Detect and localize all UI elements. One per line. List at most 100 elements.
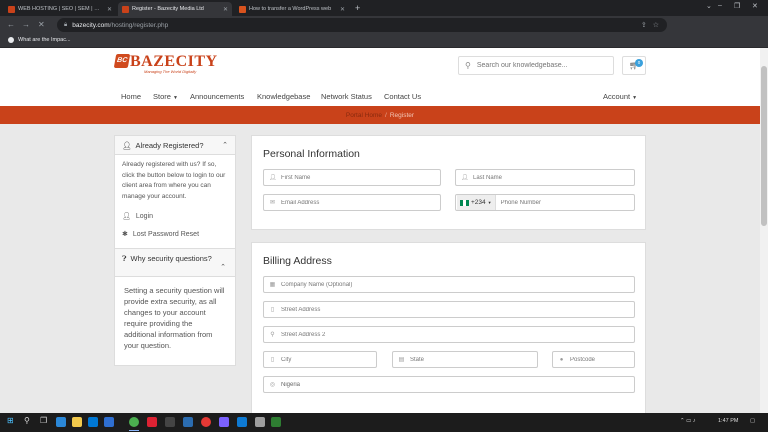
state-field[interactable]: ▤ (392, 351, 538, 368)
company-name-input[interactable] (281, 281, 634, 288)
close-icon[interactable]: ✕ (107, 6, 112, 13)
nav-announcements[interactable]: Announcements (190, 92, 244, 101)
chevron-up-icon[interactable]: ⌃ (222, 141, 228, 149)
building-icon: ▯ (270, 357, 275, 363)
panel-header[interactable]: ❓︎ Why security questions? ⌃ (115, 249, 235, 277)
knowledgebase-search[interactable]: ⚲ (458, 56, 614, 75)
file-explorer-icon[interactable] (72, 417, 82, 427)
search-input[interactable] (476, 62, 597, 69)
caret-down-icon: ▼ (632, 95, 638, 101)
chevron-down-icon[interactable]: ⌄ (706, 2, 712, 10)
company-name-field[interactable]: ▦ (263, 276, 635, 293)
logo[interactable]: BC BAZECITY Managing The World Digitally (113, 54, 218, 74)
cart-button[interactable]: 🛒︎ 0 (622, 56, 646, 75)
vscode-icon[interactable] (237, 417, 247, 427)
app-icon[interactable] (271, 417, 281, 427)
task-view-icon[interactable]: ❐ (40, 416, 47, 425)
chrome-icon[interactable] (129, 417, 139, 427)
edge-browser-icon[interactable] (56, 417, 66, 427)
minimize-icon[interactable]: – (718, 2, 722, 9)
login-link[interactable]: 👤︎ Login (115, 207, 235, 225)
forward-arrow-icon[interactable]: → (22, 20, 30, 29)
active-app-indicator (129, 430, 139, 431)
first-name-field[interactable]: 👤︎ (263, 169, 441, 186)
app-icon[interactable] (183, 417, 193, 427)
close-icon[interactable]: ✕ (340, 6, 345, 13)
chevron-up-icon[interactable]: ⌃ (220, 263, 226, 271)
email-field[interactable]: ✉ (263, 194, 441, 211)
tab-favicon-icon (239, 5, 246, 13)
nav-network-status[interactable]: Network Status (321, 92, 372, 101)
opera-icon[interactable] (201, 417, 211, 427)
restore-icon[interactable]: ❐ (734, 2, 740, 10)
breadcrumb-home-link[interactable]: Portal Home (346, 112, 382, 119)
breadcrumb: Portal Home / Register (0, 106, 760, 124)
last-name-input[interactable] (473, 174, 634, 181)
lock-icon: 🔒︎ (64, 21, 68, 28)
notification-icon[interactable]: ▢ (750, 418, 755, 424)
nav-store-label: Store (153, 92, 171, 101)
nav-account[interactable]: Account ▼ (603, 92, 637, 101)
browser-tab-web-hosting[interactable]: WEB HOSTING | SEO | SEM | WEB ✕ (4, 2, 116, 16)
map-marker-icon: ⚲ (270, 332, 275, 338)
country-field[interactable]: ◎ (263, 376, 635, 393)
map-icon: ▤ (398, 357, 405, 363)
nav-contact-us[interactable]: Contact Us (384, 92, 421, 101)
first-name-input[interactable] (281, 174, 440, 181)
back-arrow-icon[interactable]: ← (7, 20, 15, 29)
browser-tab-wordpress[interactable]: How to transfer a WordPress web ✕ (235, 2, 349, 16)
app-icon[interactable] (165, 417, 175, 427)
city-field[interactable]: ▯ (263, 351, 377, 368)
email-input[interactable] (281, 199, 440, 206)
street-address-field[interactable]: ▯ (263, 301, 635, 318)
lost-password-label: Lost Password Reset (132, 230, 200, 238)
postcode-input[interactable] (570, 356, 634, 363)
web-page: BC BAZECITY Managing The World Digitally… (0, 48, 760, 413)
street-address-2-input[interactable] (281, 331, 634, 338)
street-address-2-field[interactable]: ⚲ (263, 326, 635, 343)
share-icon[interactable]: ⇪ (641, 21, 647, 29)
app-icon[interactable] (219, 417, 229, 427)
browser-tab-register[interactable]: Register - Bazecity Media Ltd ✕ (118, 2, 232, 16)
phone-input[interactable] (500, 199, 634, 206)
url-text[interactable]: bazecity.com/hosting/register.php (72, 22, 168, 29)
stop-loading-icon[interactable]: ✕ (38, 20, 45, 29)
lost-password-link[interactable]: ✱ Lost Password Reset (115, 225, 235, 243)
breadcrumb-separator: / (385, 111, 387, 119)
panel-text: Already registered with us? If so, click… (122, 161, 226, 200)
street-address-input[interactable] (281, 306, 634, 313)
scrollbar-thumb[interactable] (761, 66, 767, 226)
nav-knowledgebase[interactable]: Knowledgebase (257, 92, 310, 101)
postcode-field[interactable]: ● (552, 351, 635, 368)
country-input[interactable] (281, 381, 634, 388)
app-icon[interactable] (147, 417, 157, 427)
user-icon: 👤︎ (461, 175, 469, 181)
bookmark-item[interactable]: What are the Impac... (8, 37, 71, 43)
panel-header[interactable]: 👤︎ Already Registered? ⌃ (115, 136, 235, 155)
search-icon[interactable]: ⚲ (24, 416, 30, 425)
tab-favicon-icon (8, 5, 15, 13)
nav-store[interactable]: Store ▼ (153, 92, 178, 101)
window-close-icon[interactable]: ✕ (752, 2, 758, 10)
bookmark-star-icon[interactable]: ☆ (653, 21, 659, 29)
new-tab-icon[interactable]: + (355, 3, 360, 13)
close-icon[interactable]: ✕ (223, 6, 228, 13)
breadcrumb-current: Register (389, 111, 415, 119)
windows-start-icon[interactable]: ⊞ (7, 416, 14, 425)
page-scrollbar[interactable] (760, 48, 768, 413)
state-input[interactable] (410, 356, 537, 363)
billing-address-card: Billing Address ▦ ▯ ⚲ ▯ ▤ ● ◎ (251, 242, 646, 413)
city-input[interactable] (281, 356, 376, 363)
store-icon[interactable] (88, 417, 98, 427)
system-tray-icons[interactable]: ⌃ ▭ ♪ (680, 418, 696, 424)
section-title: Billing Address (263, 255, 332, 267)
nav-home[interactable]: Home (121, 92, 141, 101)
clock[interactable]: 1:47 PM (718, 418, 738, 424)
omnibox[interactable]: 🔒︎ bazecity.com/hosting/register.php ⇪ ☆ (57, 18, 667, 32)
phone-field[interactable]: +234 ▼ (455, 194, 635, 211)
app-icon[interactable] (255, 417, 265, 427)
personal-information-card: Personal Information 👤︎ 👤︎ ✉ +234 ▼ (251, 135, 646, 230)
last-name-field[interactable]: 👤︎ (455, 169, 635, 186)
country-code-select[interactable]: +234 ▼ (457, 195, 496, 210)
mail-icon[interactable] (104, 417, 114, 427)
